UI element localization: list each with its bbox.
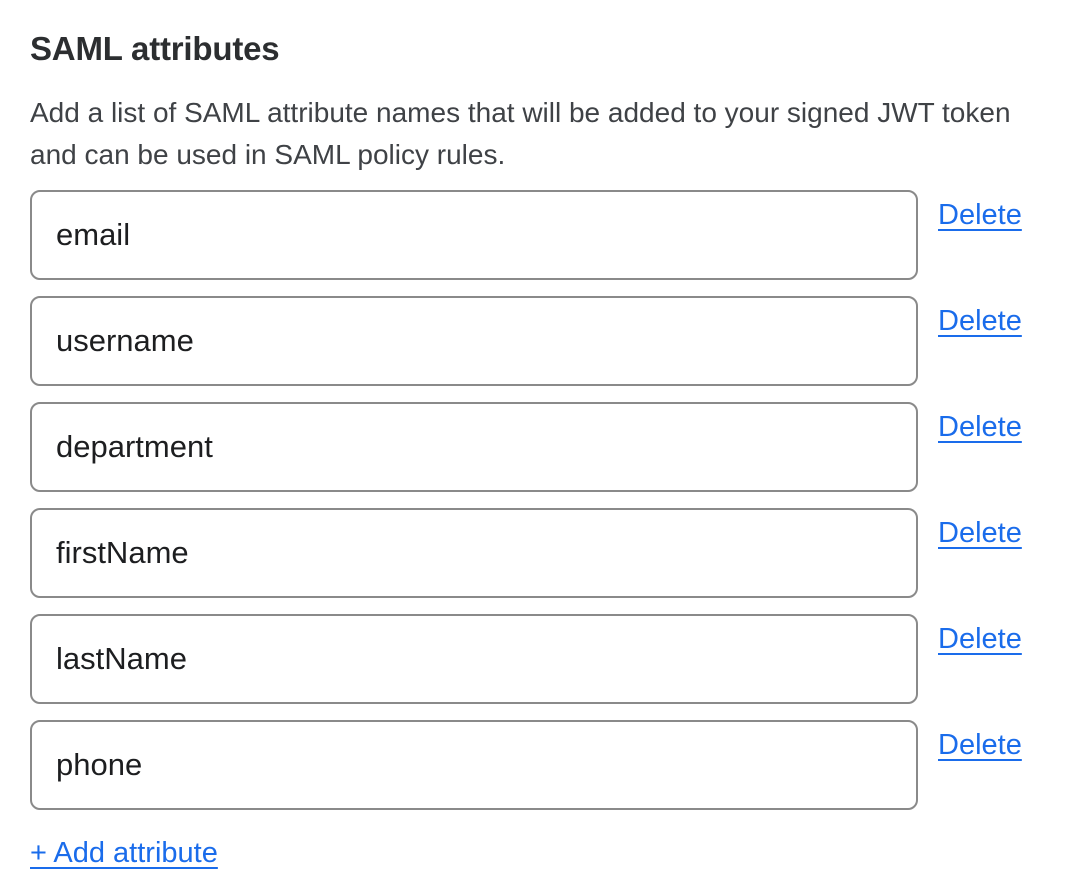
saml-attributes-section: SAML attributes Add a list of SAML attri… xyxy=(0,0,1066,886)
section-title: SAML attributes xyxy=(30,30,1036,68)
delete-attribute-link[interactable]: Delete xyxy=(938,516,1022,550)
add-attribute-link[interactable]: + Add attribute xyxy=(30,836,218,870)
attribute-row: Delete xyxy=(30,402,1036,492)
attribute-row: Delete xyxy=(30,190,1036,280)
attribute-list: Delete Delete Delete Delete Delete xyxy=(30,190,1036,810)
attribute-name-input[interactable] xyxy=(30,508,918,598)
delete-attribute-link[interactable]: Delete xyxy=(938,198,1022,232)
delete-attribute-link[interactable]: Delete xyxy=(938,622,1022,656)
attribute-name-input[interactable] xyxy=(30,190,918,280)
attribute-row: Delete xyxy=(30,720,1036,810)
attribute-name-input[interactable] xyxy=(30,614,918,704)
attribute-name-input[interactable] xyxy=(30,720,918,810)
delete-attribute-link[interactable]: Delete xyxy=(938,304,1022,338)
attribute-row: Delete xyxy=(30,296,1036,386)
attribute-name-input[interactable] xyxy=(30,402,918,492)
delete-attribute-link[interactable]: Delete xyxy=(938,410,1022,444)
attribute-name-input[interactable] xyxy=(30,296,918,386)
section-description: Add a list of SAML attribute names that … xyxy=(30,92,1030,176)
attribute-row: Delete xyxy=(30,614,1036,704)
attribute-row: Delete xyxy=(30,508,1036,598)
delete-attribute-link[interactable]: Delete xyxy=(938,728,1022,762)
